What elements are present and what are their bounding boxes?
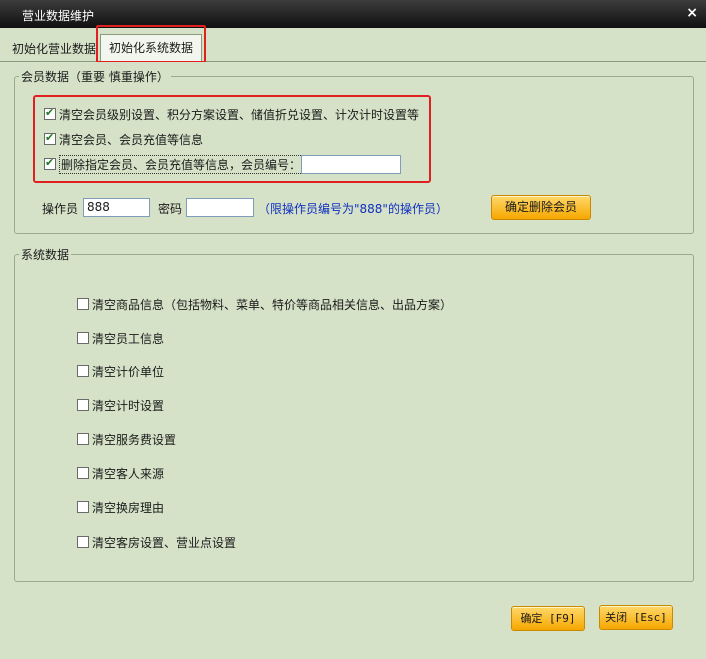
ok-button[interactable]: 确定 [F9] [511, 606, 585, 631]
option-clear-units[interactable]: 清空计价单位 [77, 362, 164, 380]
checkbox-icon[interactable] [77, 467, 89, 479]
option-label: 清空客房设置、营业点设置 [92, 535, 237, 550]
close-button[interactable]: 关闭 [Esc] [599, 605, 673, 630]
option-label: 清空商品信息（包括物料、菜单、特价等商品相关信息、出品方案） [92, 297, 453, 312]
title-bar: 营业数据维护 × [0, 0, 706, 28]
close-icon[interactable]: × [686, 5, 698, 21]
option-label: 清空会员、会员充值等信息 [59, 132, 204, 147]
checkbox-icon[interactable] [44, 131, 56, 145]
option-label: 清空计时设置 [92, 398, 165, 413]
member-data-legend: 会员数据（重要 慎重操作） [21, 70, 169, 84]
tab-init-business-data[interactable]: 初始化营业数据 [4, 38, 104, 62]
option-clear-room-change-reason[interactable]: 清空换房理由 [77, 498, 164, 516]
checkbox-icon[interactable] [77, 399, 89, 411]
password-label: 密码 [158, 202, 183, 216]
option-label: 清空服务费设置 [92, 432, 177, 447]
member-no-input[interactable] [301, 155, 401, 174]
operator-input[interactable]: 888 [83, 198, 150, 217]
checkbox-icon[interactable] [77, 365, 89, 377]
checkbox-icon[interactable] [77, 298, 89, 310]
option-clear-goods[interactable]: 清空商品信息（包括物料、菜单、特价等商品相关信息、出品方案） [77, 295, 452, 313]
option-clear-guest-source[interactable]: 清空客人来源 [77, 464, 164, 482]
checkbox-icon[interactable] [44, 106, 56, 120]
option-clear-member-settings[interactable]: 清空会员级别设置、积分方案设置、储值折兑设置、计次计时设置等 [44, 105, 419, 123]
option-clear-room-settings[interactable]: 清空客房设置、营业点设置 [77, 533, 236, 551]
delete-member-button[interactable]: 确定删除会员 [491, 195, 591, 220]
option-label: 删除指定会员、会员充值等信息，会员编号： [59, 154, 304, 174]
checkbox-icon[interactable] [77, 332, 89, 344]
option-clear-staff[interactable]: 清空员工信息 [77, 329, 164, 347]
checkbox-icon[interactable] [77, 433, 89, 445]
window-title: 营业数据维护 [22, 9, 95, 23]
operator-label: 操作员 [42, 202, 79, 216]
option-label: 清空计价单位 [92, 364, 165, 379]
system-data-legend: 系统数据 [21, 248, 70, 262]
checkbox-icon[interactable] [44, 156, 56, 170]
option-clear-timing[interactable]: 清空计时设置 [77, 396, 164, 414]
option-delete-specific-member[interactable]: 删除指定会员、会员充值等信息，会员编号： [44, 154, 304, 174]
tab-init-system-data[interactable]: 初始化系统数据 [100, 34, 203, 62]
checkbox-icon[interactable] [77, 501, 89, 513]
tab-strip: 初始化营业数据 初始化系统数据 [0, 28, 706, 62]
password-input[interactable] [186, 198, 254, 217]
option-label: 清空换房理由 [92, 500, 165, 515]
option-label: 清空会员级别设置、积分方案设置、储值折兑设置、计次计时设置等 [59, 107, 420, 122]
option-clear-service-fee[interactable]: 清空服务费设置 [77, 430, 176, 448]
tab-panel-system-data: 会员数据（重要 慎重操作） 系统数据 [0, 62, 706, 659]
operator-hint: （限操作员编号为"888"的操作员） [258, 202, 448, 216]
checkbox-icon[interactable] [77, 536, 89, 548]
option-clear-members[interactable]: 清空会员、会员充值等信息 [44, 130, 203, 148]
option-label: 清空客人来源 [92, 466, 165, 481]
option-label: 清空员工信息 [92, 331, 165, 346]
